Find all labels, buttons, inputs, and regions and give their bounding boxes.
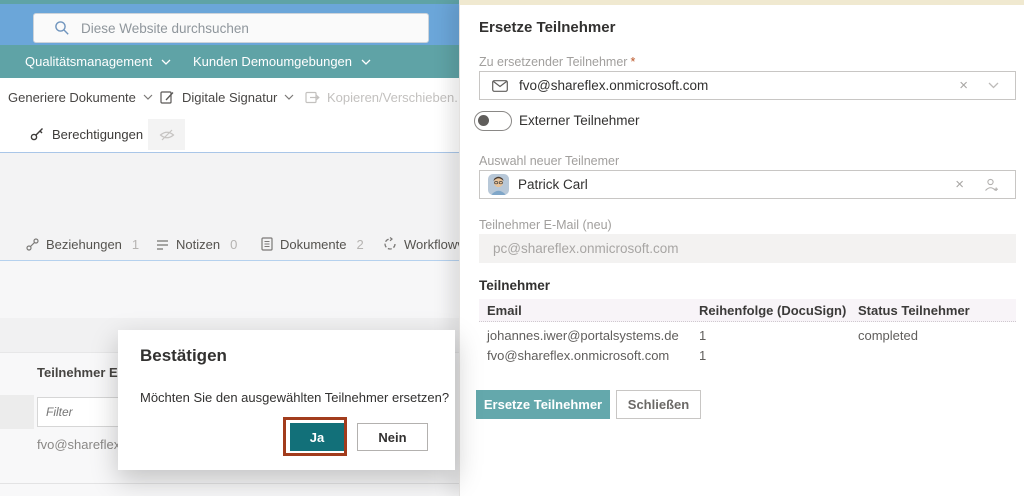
close-button[interactable]: Schließen: [616, 390, 701, 419]
column-header-order: Reihenfolge (DocuSign): [699, 303, 858, 318]
sync-icon: [383, 237, 397, 251]
row-divider: [0, 483, 459, 484]
signature-icon: [160, 90, 175, 105]
button-label: Generiere Dokumente: [8, 90, 136, 105]
avatar: [488, 174, 509, 195]
column-header-email: Email: [479, 303, 699, 318]
table-row[interactable]: fvo@shareflex.onmicrosoft.com 1: [479, 345, 1016, 365]
cell-email: johannes.iwer@portalsystems.de: [479, 328, 699, 343]
new-email-value: pc@shareflex.onmicrosoft.com: [493, 241, 679, 256]
no-button[interactable]: Nein: [357, 423, 428, 451]
replace-participant-panel: Ersetze Teilnehmer Zu ersetzender Teilne…: [459, 0, 1024, 496]
notes-icon: [156, 239, 169, 250]
clear-icon[interactable]: ×: [959, 78, 968, 93]
cell-order: 1: [699, 348, 858, 363]
clear-icon[interactable]: ×: [955, 177, 964, 192]
cell-order: 1: [699, 328, 858, 343]
button-label: Berechtigungen: [52, 127, 143, 142]
tab-dokumente[interactable]: Dokumente 2: [261, 228, 364, 260]
eye-slash-icon: [159, 128, 175, 142]
secondary-toolbar: Berechtigungen: [0, 116, 459, 153]
table-row[interactable]: johannes.iwer@portalsystems.de 1 complet…: [479, 325, 1016, 345]
new-participant-field[interactable]: Patrick Carl ×: [479, 170, 1016, 199]
nav-item-label: Kunden Demoumgebungen: [193, 54, 352, 69]
person-add-icon[interactable]: [984, 178, 999, 192]
dialog-title: Bestätigen: [140, 346, 227, 366]
search-icon: [54, 20, 70, 36]
key-icon: [30, 127, 44, 141]
field-label-new-email: Teilnehmer E-Mail (neu): [479, 218, 612, 232]
button-label: Kopieren/Verschieben...: [327, 90, 459, 105]
chevron-down-icon: [161, 59, 171, 65]
record-header-area: 170D: [0, 261, 459, 318]
field-label-old-participant: Zu ersetzender Teilnehmer*: [479, 55, 635, 69]
search-header-bar: Diese Website durchsuchen: [0, 4, 459, 45]
app-screen: Diese Website durchsuchen Qualitätsmanag…: [0, 0, 1024, 496]
old-participant-field[interactable]: fvo@shareflex.onmicrosoft.com ×: [479, 71, 1016, 100]
nav-item-label: Qualitätsmanagement: [25, 54, 152, 69]
column-header: Teilnehmer En: [37, 365, 126, 380]
row-selector-cell[interactable]: [0, 395, 34, 429]
new-email-field: pc@shareflex.onmicrosoft.com: [479, 234, 1016, 263]
content-spacer: [0, 153, 459, 228]
search-input[interactable]: Diese Website durchsuchen: [33, 13, 429, 43]
envelope-icon: [492, 80, 508, 92]
search-placeholder: Diese Website durchsuchen: [81, 21, 249, 36]
nav-item-qualitaetsmanagement[interactable]: Qualitätsmanagement: [25, 45, 171, 78]
participants-section-title: Teilnehmer: [479, 278, 550, 293]
table-header-row: Email Reihenfolge (DocuSign) Status Teil…: [479, 299, 1016, 322]
tab-label: Notizen: [176, 237, 220, 252]
command-toolbar: Generiere Dokumente Digitale Signatur Ko…: [0, 78, 459, 116]
new-participant-value: Patrick Carl: [518, 177, 588, 192]
cell-status: completed: [858, 328, 1016, 343]
toggle-label: Externer Teilnehmer: [519, 113, 640, 128]
chevron-down-icon: [143, 94, 153, 100]
column-header-status: Status Teilnehmer: [858, 303, 1016, 318]
panel-title: Ersetze Teilnehmer: [479, 19, 615, 36]
chevron-down-icon: [361, 59, 371, 65]
participants-table: Email Reihenfolge (DocuSign) Status Teil…: [479, 299, 1016, 365]
document-icon: [261, 237, 273, 251]
link-icon: [26, 238, 39, 251]
yes-button-highlight: [283, 417, 347, 456]
old-participant-value: fvo@shareflex.onmicrosoft.com: [519, 78, 708, 93]
confirm-dialog: Bestätigen Möchten Sie den ausgewählten …: [118, 330, 455, 470]
external-participant-toggle[interactable]: [474, 111, 512, 131]
tab-notizen[interactable]: Notizen 0: [156, 228, 237, 260]
tab-label: Dokumente: [280, 237, 346, 252]
nav-item-kunden-demoumgebungen[interactable]: Kunden Demoumgebungen: [193, 45, 371, 78]
copy-move-button: Kopieren/Verschieben...: [305, 78, 459, 116]
record-tabs: Beziehungen 1 Notizen 0 Dokumente 2 Work…: [0, 228, 459, 261]
digital-signature-button[interactable]: Digitale Signatur: [160, 78, 294, 116]
permissions-button[interactable]: Berechtigungen: [30, 116, 143, 152]
tab-count: 2: [356, 237, 363, 252]
dialog-message: Möchten Sie den ausgewählten Teilnehmer …: [140, 390, 449, 405]
chevron-down-icon[interactable]: [988, 82, 999, 89]
panel-top-strip: [460, 0, 1024, 5]
copy-move-icon: [305, 91, 320, 104]
site-nav-bar: Qualitätsmanagement Kunden Demoumgebunge…: [0, 45, 459, 78]
tab-label: Workflowv: [404, 237, 459, 252]
tab-count: 0: [230, 237, 237, 252]
tab-beziehungen[interactable]: Beziehungen 1: [26, 228, 139, 260]
required-mark: *: [630, 55, 635, 69]
tab-workflowverlauf[interactable]: Workflowv: [383, 228, 459, 260]
tab-label: Beziehungen: [46, 237, 122, 252]
button-label: Digitale Signatur: [182, 90, 277, 105]
replace-participant-button[interactable]: Ersetze Teilnehmer: [476, 390, 610, 419]
cell-email: fvo@shareflex.onmicrosoft.com: [479, 348, 699, 363]
generate-documents-button[interactable]: Generiere Dokumente: [8, 78, 153, 116]
filter-input[interactable]: [37, 397, 130, 427]
field-label-new-participant: Auswahl neuer Teilnemer: [479, 154, 619, 168]
tab-count: 1: [132, 237, 139, 252]
chevron-down-icon: [284, 94, 294, 100]
toggle-visibility-button[interactable]: [148, 119, 185, 150]
toggle-knob: [478, 115, 489, 126]
label-text: Zu ersetzender Teilnehmer: [479, 55, 627, 69]
